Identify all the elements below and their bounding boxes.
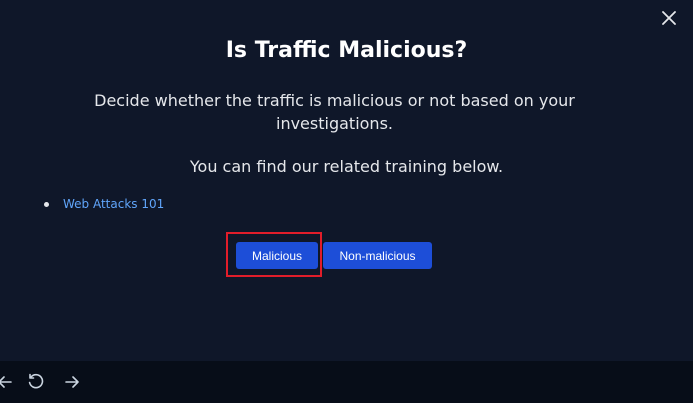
malicious-button[interactable]: Malicious (236, 242, 318, 269)
arrow-left-icon (0, 376, 12, 388)
refresh-button[interactable] (25, 371, 47, 393)
bullet-dot (44, 201, 49, 207)
arrow-right-icon (65, 376, 79, 388)
training-note: You can find our related training below. (189, 157, 504, 176)
web-attacks-101-link[interactable]: Web Attacks 101 (63, 197, 164, 211)
close-button[interactable] (657, 6, 681, 30)
close-icon (662, 11, 676, 25)
refresh-icon (28, 373, 44, 389)
bottom-navigation-bar (0, 361, 693, 403)
forward-button[interactable] (61, 371, 83, 393)
modal-title: Is Traffic Malicious? (225, 38, 468, 63)
non-malicious-button[interactable]: Non-malicious (323, 242, 432, 269)
traffic-decision-modal: Is Traffic Malicious? Decide whether the… (0, 0, 693, 361)
back-button[interactable] (0, 371, 16, 393)
list-item: Web Attacks 101 (44, 197, 164, 211)
modal-description: Decide whether the traffic is malicious … (94, 91, 575, 133)
training-list: Web Attacks 101 (44, 197, 164, 211)
